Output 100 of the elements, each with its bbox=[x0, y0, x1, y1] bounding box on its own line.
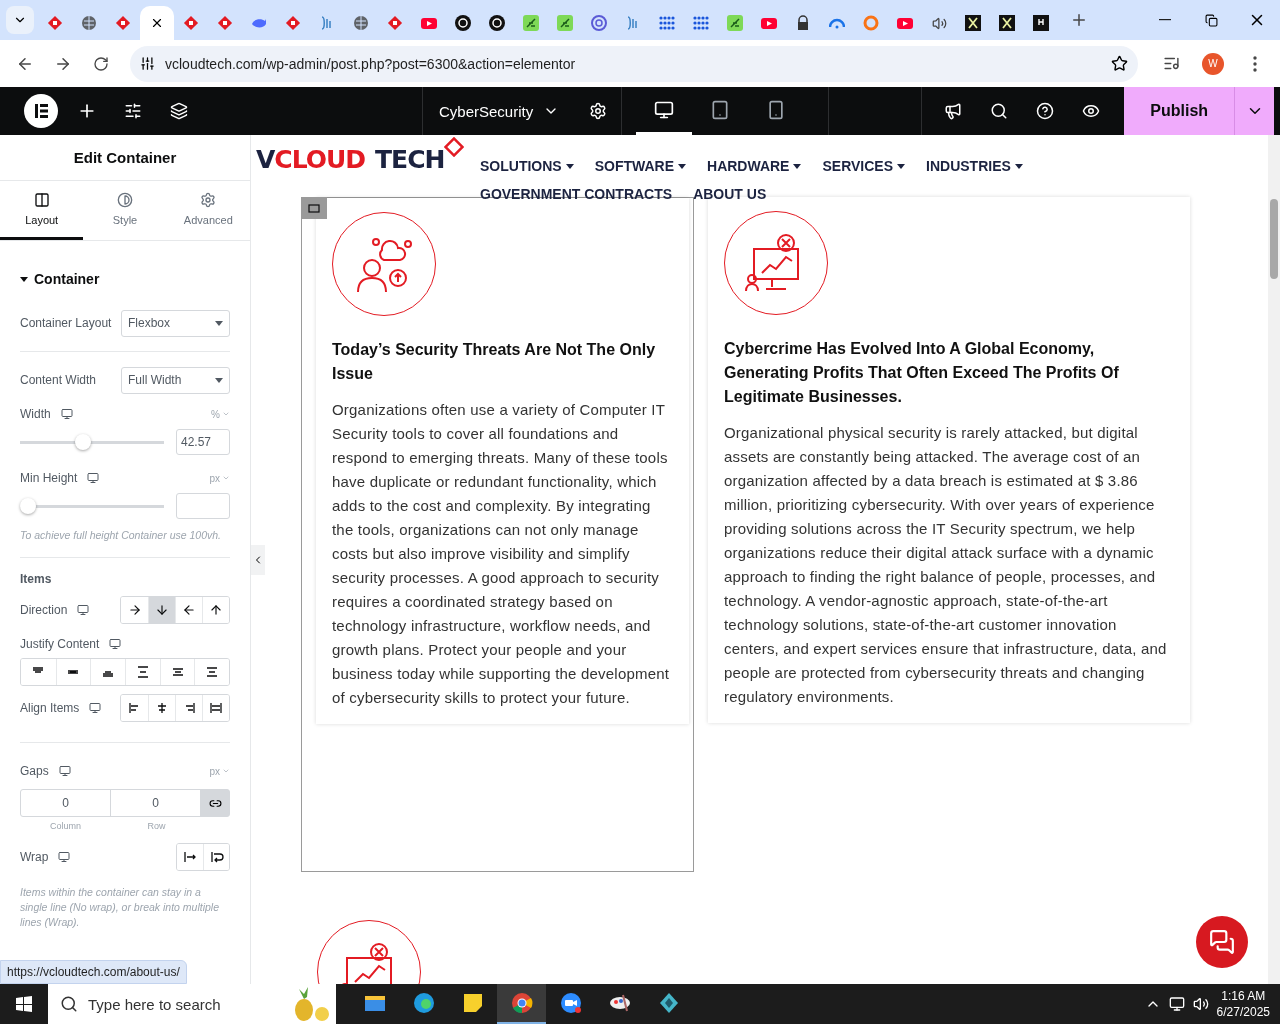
row-gap-input[interactable]: 0 bbox=[110, 789, 201, 817]
option-button[interactable] bbox=[148, 597, 175, 623]
chevron-down-icon bbox=[222, 410, 230, 418]
nav-link[interactable]: HARDWARE bbox=[707, 158, 802, 174]
container-icon bbox=[308, 203, 320, 213]
logo-text: V bbox=[256, 145, 275, 174]
chat-icon bbox=[1209, 929, 1235, 955]
select-field[interactable]: Full Width bbox=[121, 366, 230, 394]
link-values-button[interactable] bbox=[200, 789, 230, 817]
windows-logo-icon bbox=[16, 996, 32, 1012]
number-field[interactable]: 42.57 bbox=[176, 429, 230, 455]
taskbar-search[interactable]: Type here to search bbox=[48, 984, 336, 1024]
selected-container[interactable] bbox=[301, 197, 694, 872]
play-icon bbox=[421, 15, 437, 31]
dots-icon bbox=[659, 15, 675, 31]
input-caption: Row bbox=[146, 821, 167, 831]
section-heading: Items bbox=[20, 572, 53, 586]
address-bar[interactable]: vcloudtech.com/wp-admin/post.php?post=6300&action=elementor bbox=[130, 45, 1138, 82]
contrast-icon bbox=[117, 192, 133, 208]
volume-icon bbox=[1192, 996, 1209, 1012]
caret-icon bbox=[793, 163, 802, 169]
desktop-icon bbox=[654, 99, 675, 120]
elementor-logo-icon bbox=[24, 94, 58, 128]
logo-text: TECH bbox=[375, 145, 445, 174]
url-text: vcloudtech.com/wp-admin/post.php?post=6300&action=elementor bbox=[165, 55, 577, 72]
video-call-icon bbox=[558, 991, 583, 1015]
nav-link[interactable]: SERVICES bbox=[822, 158, 905, 174]
minimize-icon bbox=[1159, 19, 1171, 21]
restore-icon bbox=[1204, 13, 1218, 27]
taskbar-app[interactable] bbox=[497, 984, 546, 1024]
collapse-panel-button[interactable] bbox=[251, 545, 265, 575]
caret-icon bbox=[678, 163, 686, 169]
desktop-icon bbox=[87, 472, 100, 484]
play-icon bbox=[761, 15, 777, 31]
column-gap-input[interactable]: 0 bbox=[20, 789, 111, 817]
bookmark-star-icon bbox=[1111, 55, 1128, 72]
nav-link[interactable]: SOLUTIONS bbox=[480, 158, 574, 174]
caret-icon bbox=[897, 163, 905, 169]
option-button[interactable] bbox=[194, 659, 229, 685]
eye-icon bbox=[1082, 102, 1101, 120]
settings-icon bbox=[589, 102, 608, 120]
slider-thumb[interactable] bbox=[20, 498, 36, 514]
logo-text: CLOUD bbox=[274, 145, 366, 174]
desktop-icon bbox=[77, 604, 90, 616]
option-button[interactable] bbox=[203, 844, 229, 870]
desktop-icon bbox=[89, 702, 102, 714]
caret-icon bbox=[215, 377, 223, 383]
option-button[interactable] bbox=[202, 695, 229, 721]
desktop-icon bbox=[60, 408, 73, 420]
sliders-icon bbox=[124, 102, 142, 120]
number-field[interactable] bbox=[176, 493, 230, 519]
field-label: Width bbox=[20, 407, 51, 421]
scrollbar[interactable] bbox=[1268, 135, 1280, 984]
publish-options-button[interactable] bbox=[1234, 87, 1275, 135]
link-preview: https://vcloudtech.com/about-us/ bbox=[0, 960, 187, 984]
desktop-icon bbox=[109, 638, 122, 650]
select-field[interactable]: Flexbox bbox=[121, 309, 230, 337]
caret-icon bbox=[20, 275, 28, 283]
card-text: Organizational physical security is rarely attacked, but digital assets are constantly being attacked. The average cost of an organization affected by a data breach is estimated at $ 3.86 million, prioritizing cybersecurity. With over years of experience providing solutions across the IT Security spectrum, we help organizations reduce their digital attack surface with a dynamic approach to finding the right balance of people, processes, and technology. A vendor-agnostic approach, state-of-the-art technology solutions, state-of-the-art customer innovation centers, and expert services ensure that infrastructure, data, and people are protected from cybersecurity threats and changing regulatory environments. bbox=[724, 423, 1168, 707]
clock[interactable]: 1:16 AM 6/27/2025 bbox=[1216, 988, 1270, 1020]
lock-icon bbox=[795, 15, 811, 31]
field-label: Direction bbox=[20, 603, 68, 617]
nav-link[interactable]: ABOUT US bbox=[693, 186, 767, 202]
chat-button[interactable] bbox=[1196, 916, 1248, 968]
no-wrap-icon bbox=[183, 850, 197, 864]
speaker-icon bbox=[931, 15, 947, 31]
arrow-icon bbox=[155, 603, 169, 617]
dots-icon bbox=[693, 15, 709, 31]
menu-icon bbox=[1253, 55, 1257, 72]
h-logo-icon bbox=[1033, 15, 1049, 31]
chevron-down-icon bbox=[222, 767, 230, 775]
x-logo-icon bbox=[999, 15, 1015, 31]
desktop-icon bbox=[58, 851, 71, 863]
nav-link[interactable]: INDUSTRIES bbox=[926, 158, 1023, 174]
slider-thumb[interactable] bbox=[75, 434, 92, 450]
section-toggle[interactable]: Container bbox=[20, 253, 230, 309]
container-handle[interactable] bbox=[301, 197, 327, 219]
field-label: Content Width bbox=[20, 373, 97, 387]
layers-icon bbox=[170, 102, 188, 120]
globe-icon bbox=[81, 15, 97, 31]
page-title-dropdown[interactable]: CyberSecurity bbox=[423, 87, 576, 135]
desktop-icon bbox=[58, 765, 71, 777]
field-label: Min Height bbox=[20, 471, 78, 485]
align-icon bbox=[155, 701, 169, 715]
hint-text: To achieve full height Container use 100vh. bbox=[20, 528, 222, 543]
field-label: Align Items bbox=[20, 701, 80, 715]
play-icon bbox=[897, 15, 913, 31]
columns-icon bbox=[33, 192, 50, 208]
site-logo[interactable]: VCLOUD TECH bbox=[256, 135, 480, 174]
hint-text: Items within the container can stay in a single line (No wrap), or break into multiple lines (Wrap). bbox=[20, 885, 220, 930]
nav-link[interactable]: SOFTWARE bbox=[594, 158, 686, 174]
profile-avatar[interactable]: W bbox=[1202, 52, 1224, 75]
help-icon bbox=[1036, 102, 1055, 120]
card-title: Today’s Security Threats Are Not The Only Issue bbox=[332, 340, 657, 384]
playlist-icon bbox=[1162, 55, 1180, 72]
input-caption: Column bbox=[49, 821, 82, 831]
nav-link[interactable]: GOVERNMENT CONTRACTS bbox=[480, 186, 673, 202]
publish-button[interactable]: Publish bbox=[1124, 87, 1235, 135]
caret-icon bbox=[1014, 163, 1023, 169]
field-label: Justify Content bbox=[20, 637, 100, 651]
